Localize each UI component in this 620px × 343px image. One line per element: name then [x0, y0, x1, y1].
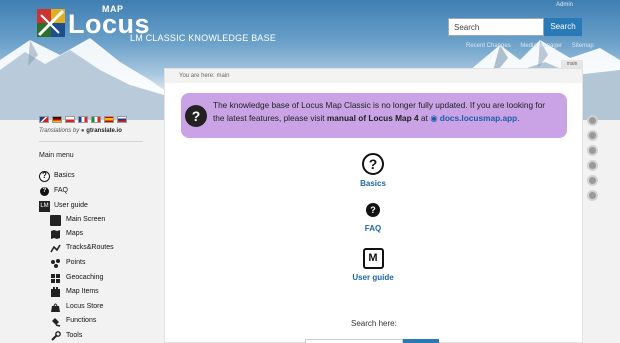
- locus-logo-icon[interactable]: [37, 9, 65, 37]
- flag-italian-icon[interactable]: [91, 116, 101, 123]
- faq-quicklink[interactable]: ? FAQ: [333, 203, 413, 233]
- main-screen-icon: [50, 215, 61, 226]
- content-search-input[interactable]: [305, 339, 403, 343]
- media-manager-link[interactable]: Media Manager: [520, 43, 562, 49]
- sidebar-item-label: User guide: [54, 202, 88, 209]
- sidebar-item-label: Locus Store: [66, 303, 104, 310]
- question-filled-icon: ?: [366, 203, 380, 217]
- flag-spanish-icon[interactable]: [104, 116, 114, 123]
- basics-quicklink[interactable]: ? Basics: [333, 153, 413, 188]
- track-icon: [50, 243, 61, 254]
- page-tool-button[interactable]: [587, 115, 598, 126]
- page-tab[interactable]: main: [561, 60, 583, 68]
- faq-label[interactable]: FAQ: [333, 224, 413, 233]
- page-tool-button[interactable]: [587, 130, 598, 141]
- search-input[interactable]: Search: [448, 18, 544, 36]
- main-content: You are here: main ? The knowledge base …: [164, 68, 583, 343]
- store-icon: [50, 302, 61, 313]
- page-tool-button[interactable]: [587, 145, 598, 156]
- sidebar-item-label: Tracks&Routes: [66, 244, 114, 251]
- docs-link[interactable]: docs.locusmap.app: [440, 113, 517, 123]
- question-circle-icon: ?: [39, 171, 50, 182]
- translations-prefix: Translations by: [39, 128, 80, 134]
- admin-link[interactable]: Admin: [556, 2, 573, 8]
- notice-at: at: [418, 113, 431, 123]
- manual-book-icon: M: [362, 248, 384, 269]
- gtranslate-icon: ●: [80, 128, 85, 134]
- search-here-label: Search here:: [351, 319, 397, 328]
- gtranslate-link[interactable]: gtranslate.io: [86, 128, 122, 134]
- sidebar-item-label: FAQ: [54, 187, 69, 194]
- basics-label[interactable]: Basics: [333, 179, 413, 188]
- map-icon: [50, 229, 61, 240]
- flag-czech-icon[interactable]: [65, 116, 75, 123]
- language-flags: [39, 116, 127, 123]
- notice-bold: manual of Locus Map 4: [326, 113, 419, 123]
- question-circle-icon: ?: [362, 153, 384, 175]
- user-guide-label[interactable]: User guide: [333, 273, 413, 282]
- recent-changes-link[interactable]: Recent Changes: [466, 43, 511, 49]
- page-tool-button[interactable]: [587, 175, 598, 186]
- sidebar-item-label: Map Items: [66, 288, 99, 295]
- notice-banner: ? The knowledge base of Locus Map Classi…: [181, 93, 567, 138]
- manual-book-icon: LM: [39, 201, 50, 212]
- sidebar-item-label: Geocaching: [66, 274, 104, 281]
- geocache-icon: [50, 273, 61, 284]
- tools-icon: [50, 331, 61, 342]
- functions-icon: [50, 316, 61, 327]
- globe-icon: ◉: [430, 113, 440, 123]
- sidebar-item-label: Maps: [66, 230, 84, 237]
- logo-superscript: MAP: [102, 4, 124, 14]
- translations-credit: Translations by ● gtranslate.io: [39, 128, 122, 134]
- map-items-icon: [50, 287, 61, 298]
- notice-end: .: [517, 113, 520, 123]
- sidebar-item-label: Main Screen: [66, 216, 106, 223]
- main-menu-title: Main menu: [39, 152, 74, 159]
- page-tool-button[interactable]: [587, 190, 598, 201]
- sidebar-item-label: Functions: [66, 317, 97, 324]
- flag-german-icon[interactable]: [52, 116, 62, 123]
- sidebar-item-label: Tools: [66, 332, 83, 339]
- sidebar-item-label: Basics: [54, 172, 75, 179]
- top-links: Recent Changes Media Manager Sitemap: [466, 43, 602, 49]
- flag-russian-icon[interactable]: [117, 116, 127, 123]
- site-subtitle[interactable]: LM CLASSIC KNOWLEDGE BASE: [130, 33, 276, 43]
- breadcrumb: You are here: main: [165, 69, 582, 83]
- flag-french-icon[interactable]: [78, 116, 88, 123]
- page-tool-button[interactable]: [587, 160, 598, 171]
- search-button[interactable]: Search: [544, 18, 582, 36]
- content-search-button[interactable]: [403, 339, 439, 343]
- flag-english-icon[interactable]: [39, 116, 49, 123]
- sidebar-divider: [39, 141, 143, 142]
- user-guide-quicklink[interactable]: M User guide: [333, 248, 413, 282]
- points-icon: [50, 258, 61, 269]
- question-filled-icon: ?: [40, 187, 49, 196]
- question-icon: ?: [185, 105, 207, 127]
- sitemap-link[interactable]: Sitemap: [572, 43, 594, 49]
- sidebar-item-label: Points: [66, 259, 86, 266]
